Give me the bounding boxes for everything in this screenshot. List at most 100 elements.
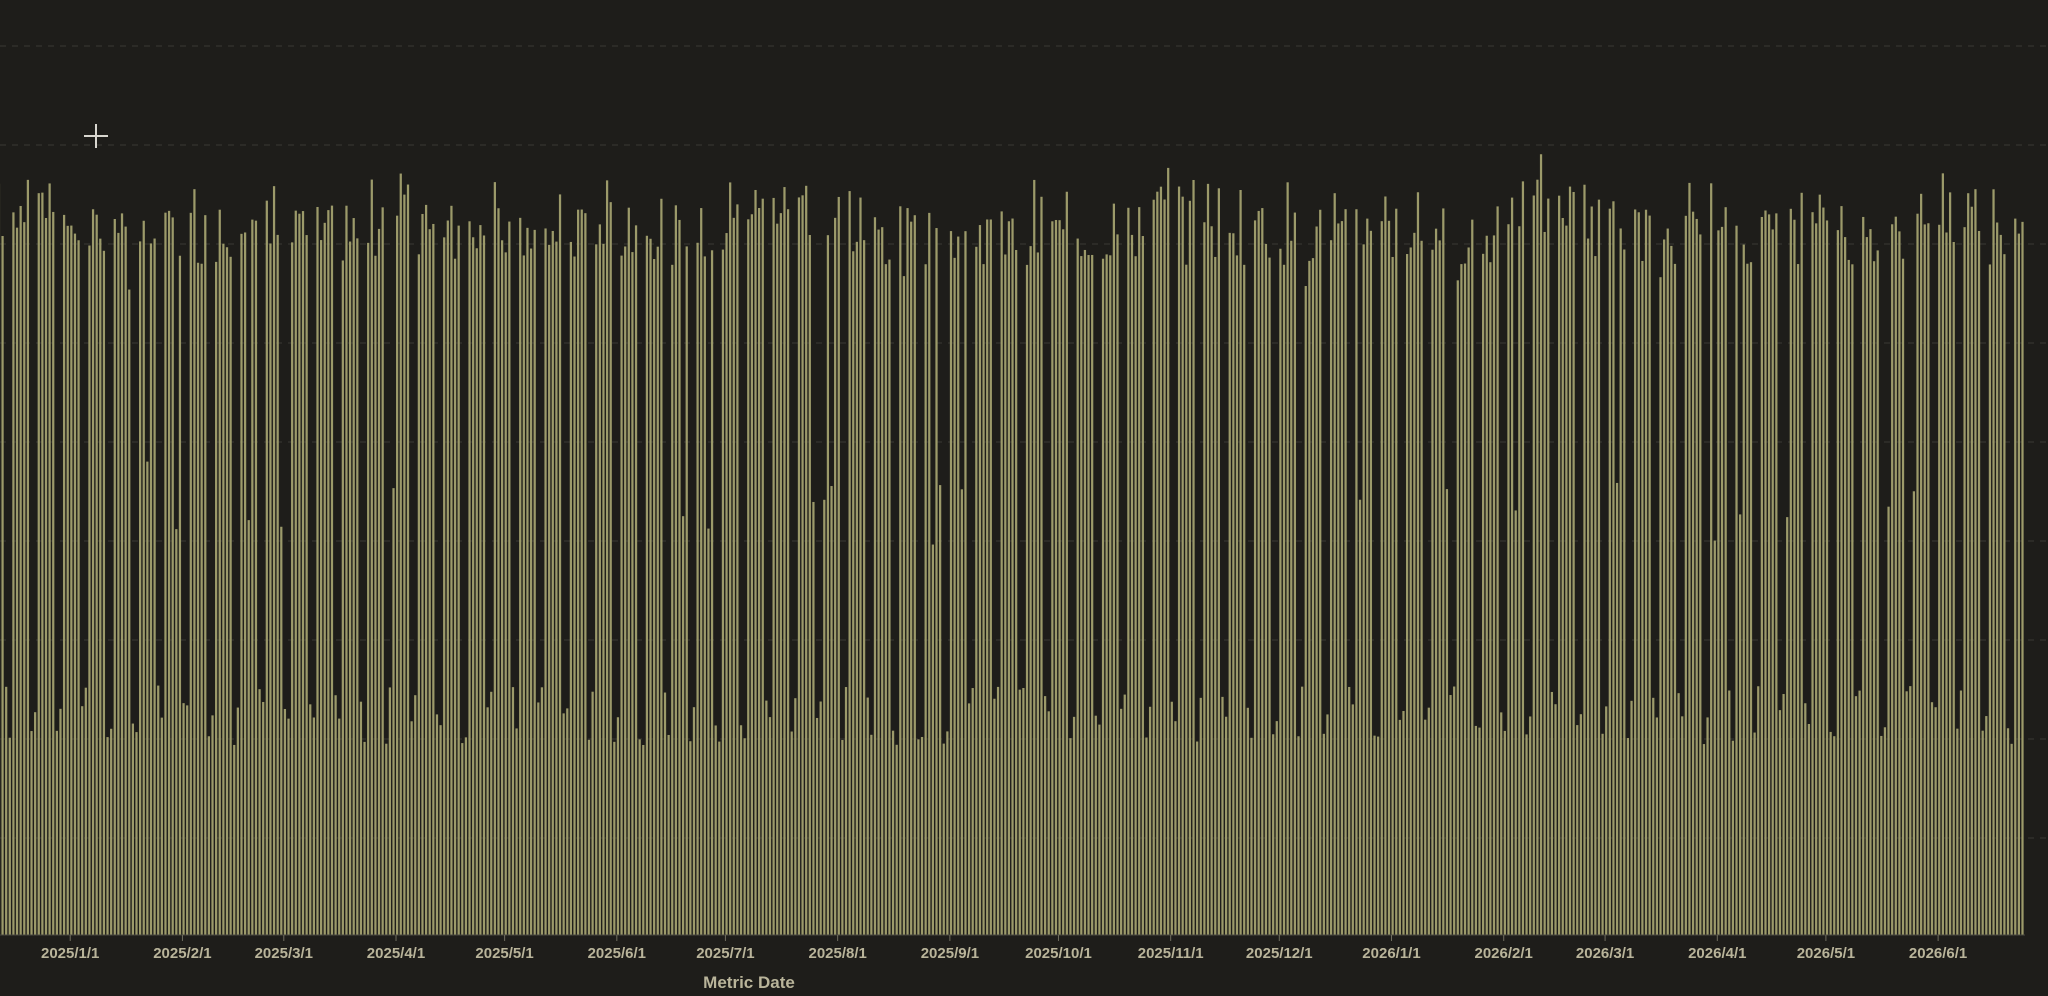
bar [537, 702, 540, 935]
bar [718, 741, 721, 935]
bar [348, 241, 352, 935]
bar [1228, 232, 1231, 936]
bar [41, 192, 44, 935]
bar [776, 223, 779, 936]
bar [1659, 277, 1662, 935]
bar [164, 212, 167, 935]
bar [1467, 247, 1470, 936]
bar [587, 739, 591, 935]
bar [1011, 218, 1014, 935]
bar [62, 214, 66, 935]
bar [866, 697, 869, 935]
x-tick-label: 2025/11/1 [1138, 945, 1204, 962]
bar [139, 241, 142, 935]
bar [301, 211, 305, 935]
bar [1181, 196, 1184, 935]
bar [1985, 716, 1988, 935]
bar [486, 707, 489, 935]
bar [1105, 254, 1108, 935]
bar [117, 232, 120, 935]
bar [236, 707, 239, 935]
bar [1116, 234, 1119, 935]
bar [153, 238, 156, 935]
bar [1405, 254, 1409, 935]
bar [609, 202, 612, 935]
bar [84, 687, 87, 935]
bar [1601, 733, 1604, 935]
bar [1416, 192, 1420, 935]
bar [1666, 228, 1669, 936]
bar [511, 687, 515, 935]
bar [1844, 237, 1847, 936]
bar [1369, 230, 1373, 935]
bar [1094, 715, 1097, 935]
bar [1109, 255, 1112, 935]
bar [424, 204, 428, 935]
bar [743, 738, 746, 935]
bar [493, 182, 496, 935]
bar [44, 218, 48, 935]
bar [1876, 250, 1879, 935]
bar [1532, 195, 1535, 936]
bar [1789, 208, 1792, 935]
bar [102, 250, 106, 936]
bar [1898, 231, 1901, 935]
bar [182, 703, 185, 935]
bar [1474, 725, 1478, 935]
bar [1934, 707, 1937, 935]
bar [1235, 255, 1239, 935]
bar [884, 264, 887, 935]
bar [1163, 199, 1166, 935]
bar [1293, 212, 1297, 935]
bar [616, 717, 620, 935]
bar [113, 219, 116, 935]
bar [1004, 254, 1007, 936]
bar [1514, 510, 1517, 935]
bar [747, 219, 750, 935]
bar [739, 725, 743, 935]
bar [1811, 212, 1814, 935]
bar [942, 743, 945, 935]
bar [986, 219, 989, 936]
bar [338, 718, 341, 935]
x-tick-label: 2025/7/1 [696, 945, 754, 962]
bar [298, 213, 301, 935]
bar [605, 180, 609, 936]
bar [761, 198, 764, 935]
x-tick-label: 2026/1/1 [1362, 945, 1420, 962]
bar [1807, 724, 1811, 935]
bar [1456, 280, 1459, 936]
bar [233, 744, 236, 935]
bar [1033, 179, 1036, 935]
bar [1304, 286, 1307, 935]
bar [1771, 229, 1774, 935]
bar [1905, 691, 1908, 935]
bar [602, 243, 605, 935]
bar [1623, 249, 1626, 935]
bar [1974, 189, 1977, 935]
bar [1047, 711, 1050, 935]
bar [1503, 730, 1506, 935]
bar [1963, 227, 1966, 935]
bar [1547, 198, 1550, 935]
bar [1377, 736, 1380, 935]
bar [1894, 216, 1897, 935]
bar [1764, 210, 1767, 936]
bar [1043, 696, 1047, 935]
bar [1101, 258, 1105, 936]
bar [157, 685, 160, 935]
bar [996, 686, 1000, 935]
bar [399, 173, 402, 936]
x-tick-label: 2025/10/1 [1025, 945, 1092, 962]
bar [23, 222, 26, 935]
bar [95, 214, 98, 935]
bar [262, 701, 265, 935]
bar [1663, 239, 1666, 936]
bar [52, 211, 55, 935]
bar [685, 246, 688, 935]
bar [1981, 730, 1984, 935]
bar [1174, 721, 1177, 935]
bar [819, 701, 822, 935]
bar [631, 252, 634, 935]
bar [620, 255, 623, 936]
